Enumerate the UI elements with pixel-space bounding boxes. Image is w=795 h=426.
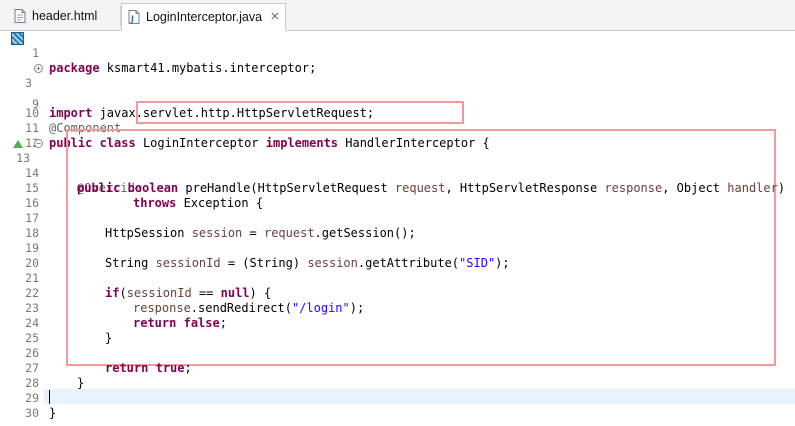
code-line: 28	[0, 361, 795, 390]
code-editor[interactable]: 1 package ksmart41.mybatis.interceptor; …	[0, 31, 795, 426]
svg-text:J: J	[130, 15, 134, 24]
code-line: 30	[0, 391, 795, 420]
code-line: 1 package ksmart41.mybatis.interceptor;	[0, 31, 795, 75]
fold-collapse-icon[interactable]: −	[34, 139, 43, 148]
editor-tab-bar: header.html J LoginInterceptor.java ✕	[0, 0, 795, 31]
close-icon[interactable]: ✕	[270, 11, 279, 23]
html-file-icon	[14, 9, 26, 23]
fold-expand-icon[interactable]: +	[34, 64, 43, 73]
code-line: 19 String sessionId = (String) session.g…	[0, 226, 795, 270]
tab-label: LoginInterceptor.java	[146, 10, 263, 24]
eclipse-editor-window: header.html J LoginInterceptor.java ✕ 1 …	[0, 0, 795, 426]
code-line: 16	[0, 181, 795, 210]
tab-label: header.html	[32, 9, 98, 23]
tab-login-interceptor-java[interactable]: J LoginInterceptor.java ✕	[121, 3, 286, 31]
line-number: 30	[25, 406, 39, 420]
java-file-icon: J	[128, 10, 140, 24]
line-number: 1	[32, 46, 39, 60]
code-line: 24 }	[0, 301, 795, 345]
code-line: 29 }	[0, 376, 795, 420]
tab-header-html[interactable]: header.html	[0, 3, 120, 29]
code-line: 14 public boolean preHandle(HttpServletR…	[0, 151, 795, 195]
code-line: 20	[0, 241, 795, 270]
override-marker-icon[interactable]	[13, 140, 23, 148]
code-line: 18	[0, 211, 795, 240]
code-line: 15 throws Exception {	[0, 166, 795, 210]
text-caret	[49, 390, 50, 404]
code-line: 23 return false;	[0, 286, 795, 330]
code-line: 27 }	[0, 346, 795, 390]
code-line: 26 return true;	[0, 331, 795, 375]
code-line: 21 if(sessionId == null) {	[0, 256, 795, 300]
code-line: 17 HttpSession session = request.getSess…	[0, 196, 795, 240]
code-line: 22 response.sendRedirect("/login");	[0, 271, 795, 315]
code-line: 25	[0, 316, 795, 345]
code-line: 3 + import javax.servlet.http.HttpServle…	[0, 61, 795, 120]
code-line: 13 − @Override	[0, 136, 795, 195]
